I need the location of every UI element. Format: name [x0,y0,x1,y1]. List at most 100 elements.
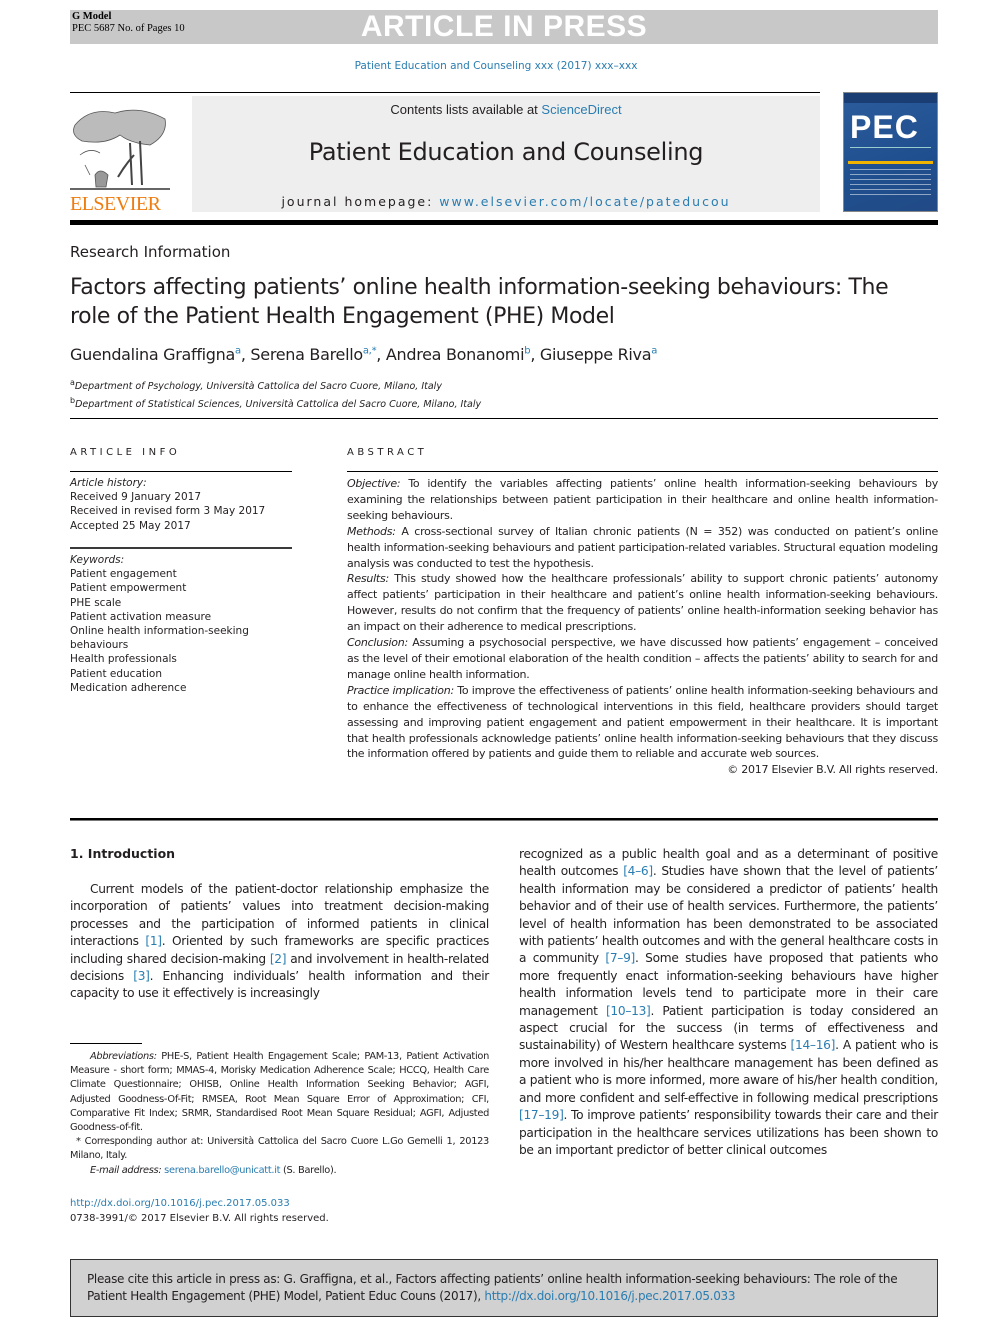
reference-link[interactable]: [4–6] [623,864,653,878]
abstract-rule [347,471,938,472]
cover-title: PEC [850,109,919,145]
journal-reference-link[interactable]: Patient Education and Counseling xxx (20… [0,60,992,72]
journal-homepage-link[interactable]: www.elsevier.com/locate/pateducou [439,194,730,209]
reference-link[interactable]: [1] [145,934,162,948]
abstract-section: Practice implication: To improve the eff… [347,683,938,763]
abstract-body: Objective: To identify the variables aff… [347,476,938,778]
keywords-list: Keywords: Patient engagement Patient emp… [70,553,292,695]
contents-line: Contents lists available at ScienceDirec… [192,102,820,117]
abbreviations-footnote: Abbreviations: PHE-S, Patient Health Eng… [70,1050,489,1135]
affiliation-text: Department of Psychology, Università Cat… [74,381,442,393]
abbreviations-text: PHE-S, Patient Health Engagement Scale; … [70,1051,489,1134]
abstract-section-text: Assuming a psychosocial perspective, we … [347,636,938,681]
affiliation-item: aDepartment of Psychology, Università Ca… [70,376,481,394]
abstract-section-label: Objective: [347,477,401,490]
author-affiliation-mark[interactable]: b [524,346,530,357]
journal-name: Patient Education and Counseling [308,138,704,166]
abstract-heading: ABSTRACT [347,447,428,458]
elsevier-logo[interactable]: ELSEVIER [70,100,180,215]
keyword-item: Online health information-seeking behavi… [70,625,249,652]
author-affiliation-mark[interactable]: a [235,346,241,357]
keyword-item: Patient empowerment [70,582,187,595]
author-name[interactable]: Andrea Bonanomi [386,345,525,364]
cover-accent-bar [848,161,933,164]
keyword-item: Patient engagement [70,568,177,581]
keyword-item: Medication adherence [70,681,187,694]
keyword-item: Patient education [70,667,162,680]
email-footnote: E-mail address: serena.barello@unicatt.i… [70,1164,489,1178]
author-name[interactable]: Serena Barello [250,345,363,364]
keyword-item: Health professionals [70,653,177,666]
article-info-rule [70,471,292,472]
introduction-right-column: recognized as a public health goal and a… [519,846,938,1159]
abbreviations-label: Abbreviations: [90,1051,157,1062]
abstract-section: Objective: To identify the variables aff… [347,476,938,524]
author-affiliation-mark[interactable]: a [651,346,657,357]
abstract-section: Conclusion: Assuming a psychosocial pers… [347,635,938,683]
abstract-section-text: To identify the variables affecting pati… [347,477,938,522]
abstract-section-label: Methods: [347,524,396,538]
doi-link[interactable]: http://dx.doi.org/10.1016/j.pec.2017.05.… [70,1197,329,1212]
doi-block: http://dx.doi.org/10.1016/j.pec.2017.05.… [70,1197,329,1226]
citation-box: Please cite this article in press as: G.… [70,1259,938,1317]
abstract-section-label: Conclusion: [347,636,408,650]
reference-link[interactable]: [7–9] [605,951,635,965]
email-label: E-mail address: [90,1164,162,1176]
author-name[interactable]: Guendalina Graffigna [70,345,235,364]
history-label: Article history: [70,477,147,489]
reference-link[interactable]: [2] [270,952,287,966]
keyword-item: PHE scale [70,596,122,609]
affiliations: aDepartment of Psychology, Università Ca… [70,376,481,412]
history-item: Accepted 25 May 2017 [70,519,191,532]
article-in-press-banner: G Model PEC 5687 No. of Pages 10 ARTICLE… [70,10,938,44]
homepage-prefix: journal homepage: [281,194,440,209]
homepage-line: journal homepage: www.elsevier.com/locat… [192,194,820,209]
history-item: Received 9 January 2017 [70,491,201,504]
affiliation-item: bDepartment of Statistical Sciences, Uni… [70,394,481,412]
article-type: Research Information [70,243,231,261]
journal-masthead: Contents lists available at ScienceDirec… [192,96,820,212]
masthead-bottom-rule [70,220,938,225]
footnote-rule [70,1043,142,1044]
reference-link[interactable]: [10–13] [606,1004,651,1018]
article-title: Factors affecting patients’ online healt… [70,275,889,329]
footnotes: Abbreviations: PHE-S, Patient Health Eng… [70,1050,489,1178]
reference-link[interactable]: [3] [133,969,150,983]
article-history: Article history: Received 9 January 2017… [70,476,292,533]
cover-header-strip [844,93,937,103]
abstract-bottom-rule [70,818,938,821]
abstract-section-text: A cross-sectional survey of Italian chro… [347,524,938,570]
issn-copyright: 0738-3991/© 2017 Elsevier B.V. All right… [70,1212,329,1224]
reference-link[interactable]: [17–19] [519,1108,564,1122]
history-item: Received in revised form 3 May 2017 [70,505,266,518]
banner-title: ARTICLE IN PRESS [360,10,648,43]
keyword-item: Patient activation measure [70,610,212,623]
contents-prefix: Contents lists available at [390,102,542,117]
reference-link[interactable]: [14–16] [791,1038,836,1052]
author-list: Guendalina Graffignaa, Serena Barelloa,*… [70,345,658,364]
masthead-top-rule [70,92,820,93]
elsevier-tree-icon [70,109,170,190]
abstract-section-text: This study showed how the healthcare pro… [347,572,938,634]
affiliation-text: Department of Statistical Sciences, Univ… [75,399,482,411]
abstract-copyright: © 2017 Elsevier B.V. All rights reserved… [727,763,938,777]
body-text: . To improve patients’ responsibility to… [519,1108,938,1157]
citation-doi-link[interactable]: http://dx.doi.org/10.1016/j.pec.2017.05.… [484,1289,735,1303]
corresponding-author-footnote: * Corresponding author at: Università Ca… [70,1136,489,1162]
cover-subtitle [850,147,931,159]
journal-cover-thumbnail[interactable]: PEC [843,92,938,212]
elsevier-wordmark: ELSEVIER [70,193,161,215]
email-link[interactable]: serena.barello@unicatt.it [164,1165,280,1176]
abstract-section: Results: This study showed how the healt… [347,571,938,635]
title-block-rule [70,418,938,419]
keywords-rule [70,547,292,549]
abstract-section: Methods: A cross-sectional survey of Ita… [347,524,938,572]
sciencedirect-link[interactable]: ScienceDirect [541,102,621,117]
abstract-section-label: Results: [347,572,389,586]
cover-contents [850,169,931,199]
introduction-heading: 1. Introduction [70,846,176,861]
author-affiliation-mark[interactable]: a,* [363,346,377,357]
keywords-label: Keywords: [70,554,125,566]
introduction-left-column: Current models of the patient-doctor rel… [70,881,489,1003]
author-name[interactable]: Giuseppe Riva [540,345,652,364]
